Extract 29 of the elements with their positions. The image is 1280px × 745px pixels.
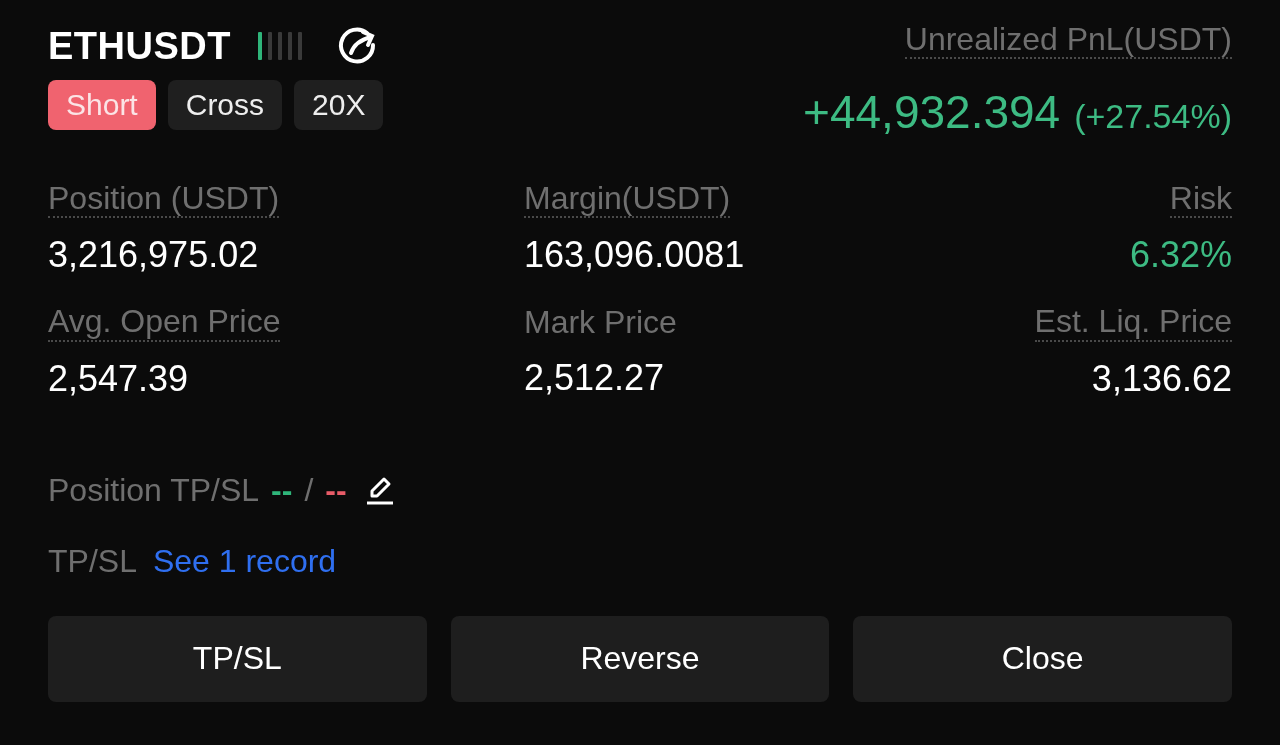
stat-value: 2,547.39	[48, 357, 189, 400]
stat-label: Risk	[1169, 181, 1232, 219]
stat-value: 163,096.0081	[524, 234, 745, 277]
symbol-title: ETHUSDT	[48, 24, 231, 68]
stat-label: Est. Liq. Price	[1034, 304, 1232, 342]
stat-label: Position (USDT)	[48, 181, 280, 219]
action-button[interactable]: Reverse	[450, 615, 830, 702]
action-button[interactable]: TP/SL	[48, 615, 427, 702]
position-tpsl-label: Position TP/SL	[48, 471, 260, 509]
stat-label: Mark Price	[524, 304, 677, 342]
stop-loss-value: --	[325, 471, 347, 509]
pnl-percent: (+27.54%)	[1074, 97, 1232, 137]
pnl-value: +44,932.394	[803, 85, 1061, 140]
see-records-link[interactable]: See 1 record	[152, 542, 337, 580]
take-profit-value: --	[271, 471, 293, 509]
position-tag: 20X	[294, 80, 384, 130]
stat-label: Avg. Open Price	[48, 304, 281, 342]
stat-label: Margin(USDT)	[524, 181, 731, 219]
stat-value: 3,216,975.02	[48, 234, 259, 277]
action-button[interactable]: Close	[853, 615, 1232, 702]
position-tag: Cross	[167, 80, 283, 130]
pnl-label: Unrealized PnL(USDT)	[904, 22, 1232, 60]
separator: /	[304, 471, 314, 509]
stat-value: 3,136.62	[1091, 357, 1232, 400]
stat-value: 6.32%	[1129, 234, 1232, 277]
stat-value: 2,512.27	[524, 357, 665, 400]
position-tag: Short	[48, 80, 156, 130]
tpsl-label: TP/SL	[48, 542, 137, 580]
edit-icon[interactable]	[364, 475, 395, 506]
